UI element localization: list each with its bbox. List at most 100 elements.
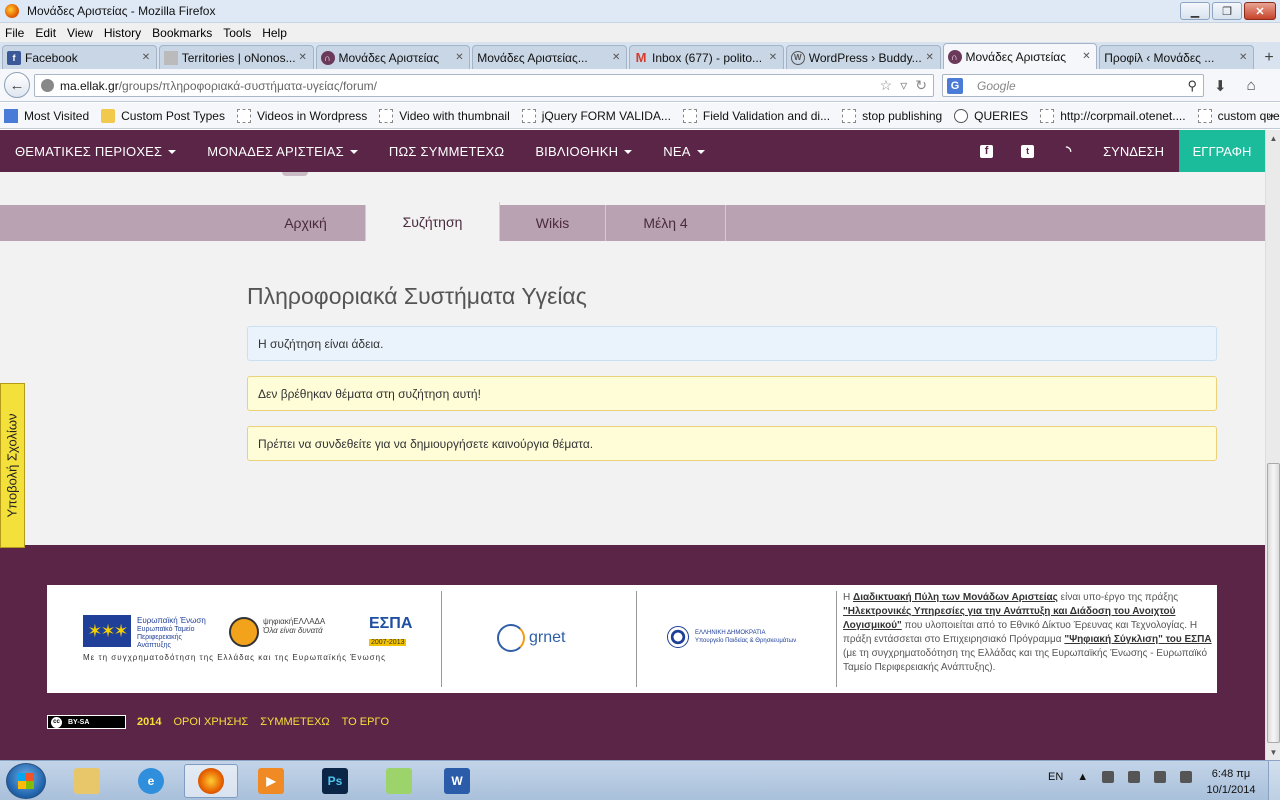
show-desktop-button[interactable] [1268,761,1280,800]
divider [441,591,442,687]
tab-close-icon[interactable]: ✕ [1239,52,1249,63]
system-clock[interactable]: 6:48 πμ 10/1/2014 [1198,766,1264,798]
taskbar-explorer[interactable] [60,764,114,798]
bookmark-item[interactable]: QUERIES [954,108,1028,123]
browser-tab[interactable]: Μονάδες Αριστείας... ✕ [472,45,627,69]
menu-help[interactable]: Help [262,26,287,40]
page-scrollbar[interactable]: ▲ ▼ [1265,130,1280,760]
footer-bottom: cc BY-SA 2014 ΟΡΟΙ ΧΡΗΣΗΣ ΣΥΜΜΕΤΕΧΩ ΤΟ Ε… [47,715,389,729]
tab-close-icon[interactable]: ✕ [926,52,936,63]
url-text[interactable]: ma.ellak.gr/groups/πληροφοριακά-συστήματ… [60,79,377,93]
bookmark-item[interactable]: Field Validation and di... [682,108,830,123]
site-menu-how-to-participate[interactable]: ΠΩΣ ΣΥΜΜΕΤΕΧΩ [389,144,504,159]
tab-close-icon[interactable]: ✕ [299,52,309,63]
clock-time: 6:48 πμ [1211,768,1251,780]
bookmark-item[interactable]: Most Visited [4,108,89,123]
twitter-icon[interactable]: t [1021,144,1035,158]
power-icon[interactable] [1128,771,1141,783]
menu-bookmarks[interactable]: Bookmarks [152,26,212,40]
scroll-down-icon[interactable]: ▼ [1266,744,1280,760]
clock-date: 10/1/2014 [1206,784,1256,796]
back-button[interactable]: ← [4,72,30,98]
show-hidden-icons-icon[interactable]: ▲ [1077,771,1088,783]
footer-link-participate[interactable]: ΣΥΜΜΕΤΕΧΩ [260,716,329,728]
tab-members[interactable]: Μέλη 4 [606,205,726,241]
taskbar-media-player[interactable]: ▶ [244,764,298,798]
site-menu-library[interactable]: ΒΙΒΛΙΟΘΗΚΗ [535,144,633,159]
tab-close-icon[interactable]: ✕ [142,52,152,63]
bookmark-star-icon[interactable]: ☆ [880,77,893,94]
tab-wikis[interactable]: Wikis [500,205,606,241]
grnet-logo[interactable]: grnet [497,623,587,653]
portal-link[interactable]: Διαδικτυακή Πύλη των Μονάδων Αριστείας [853,592,1058,603]
menu-file[interactable]: File [5,26,24,40]
rss-icon[interactable]: ◝ [1062,143,1075,158]
tab-close-icon[interactable]: ✕ [455,52,465,63]
start-button[interactable] [6,763,46,799]
browser-tab[interactable]: Προφίλ ‹ Μονάδες ... ✕ [1099,45,1254,69]
taskbar-word[interactable]: W [430,764,484,798]
url-bar[interactable]: ma.ellak.gr/groups/πληροφοριακά-συστήματ… [34,74,934,97]
menu-tools[interactable]: Tools [223,26,251,40]
browser-tab[interactable]: W WordPress › Buddy... ✕ [785,45,941,69]
site-menu-units[interactable]: ΜΟΝΑΔΕΣ ΑΡΙΣΤΕΙΑΣ [207,144,358,159]
scroll-up-icon[interactable]: ▲ [1266,130,1280,146]
digital-convergence-link[interactable]: "Ψηφιακή Σύγκλιση" του ΕΣΠΑ [1064,634,1211,645]
cc-license-badge[interactable]: cc BY-SA [47,715,126,729]
search-box[interactable]: G Google ⚲ [942,74,1204,97]
taskbar-ie[interactable]: e [124,764,178,798]
bookmark-item[interactable]: Custom Post Types [101,108,225,123]
browser-tab[interactable]: f Facebook ✕ [2,45,157,69]
google-icon[interactable]: G [947,77,963,94]
login-link[interactable]: ΣΥΝΔΕΣΗ [1103,144,1164,159]
bookmark-item[interactable]: http://corpmail.otenet.... [1040,108,1186,123]
footer-link-project[interactable]: ΤΟ ΕΡΓΟ [342,716,389,728]
taskbar-photoshop[interactable]: Ps [308,764,362,798]
site-menu-thematic-areas[interactable]: ΘΕΜΑΤΙΚΕΣ ΠΕΡΙΟΧΕΣ [15,144,177,159]
minimize-button[interactable]: ▁ [1180,2,1210,20]
restore-button[interactable]: ❐ [1212,2,1242,20]
register-button[interactable]: ΕΓΓΡΑΦΗ [1179,130,1265,172]
tab-home[interactable]: Αρχική [246,205,366,241]
ma-icon: ∩ [947,49,962,64]
browser-tab[interactable]: M Inbox (677) - polito... ✕ [629,45,784,69]
bookmark-item[interactable]: Videos in Wordpress [236,108,367,123]
reload-icon[interactable]: ↻ [915,77,927,94]
taskbar-firefox[interactable] [184,764,238,798]
network-icon[interactable] [1154,771,1167,783]
bookmarks-overflow-icon[interactable]: » [1268,110,1274,122]
new-tab-button[interactable]: + [1258,47,1280,69]
site-menu-news[interactable]: ΝΕΑ [663,144,705,159]
bookmark-item[interactable]: stop publishing [842,108,942,123]
menu-view[interactable]: View [67,26,93,40]
tab-close-icon[interactable]: ✕ [612,52,622,63]
home-icon[interactable]: ⌂ [1247,77,1256,95]
facebook-icon[interactable]: f [980,144,994,158]
footer-link-terms[interactable]: ΟΡΟΙ ΧΡΗΣΗΣ [173,716,248,728]
site-footer: ✶✶✶ Ευρωπαϊκή Ένωση Ευρωπαϊκό Ταμείο Περ… [0,545,1265,760]
bookmark-item[interactable]: Video with thumbnail [379,108,510,123]
flag-icon[interactable] [1102,771,1115,783]
browser-tab-active[interactable]: ∩ Μονάδες Αριστείας ✕ [942,43,1098,69]
download-icon[interactable]: ⬇ [1214,77,1227,95]
submit-comments-tab[interactable]: Υποβολή Σχολίων [0,383,25,548]
firefox-icon [5,4,19,18]
menu-history[interactable]: History [104,26,141,40]
psifiaki-slogan: Όλα είναι δυνατά [263,626,323,635]
scrollbar-thumb[interactable] [1267,463,1280,743]
page-title: Πληροφοριακά Συστήματα Υγείας [247,283,587,309]
espa-logo: ΕΣΠΑ 2007-2013 [369,615,413,646]
taskbar-notepad[interactable] [372,764,426,798]
close-window-button[interactable]: ✕ [1244,2,1276,20]
search-icon[interactable]: ⚲ [1187,78,1197,94]
tab-discussion[interactable]: Συζήτηση [366,202,500,241]
dropdown-arrow-icon[interactable]: ▿ [900,77,907,94]
bookmark-item[interactable]: jQuery FORM VALIDA... [521,108,671,123]
menu-edit[interactable]: Edit [35,26,56,40]
tab-close-icon[interactable]: ✕ [1082,51,1092,62]
volume-icon[interactable] [1180,771,1193,783]
tab-close-icon[interactable]: ✕ [769,52,779,63]
language-indicator[interactable]: EN [1048,771,1063,783]
browser-tab[interactable]: Territories | oNonos... ✕ [158,45,314,69]
browser-tab[interactable]: ∩ Μονάδες Αριστείας ✕ [315,45,471,69]
